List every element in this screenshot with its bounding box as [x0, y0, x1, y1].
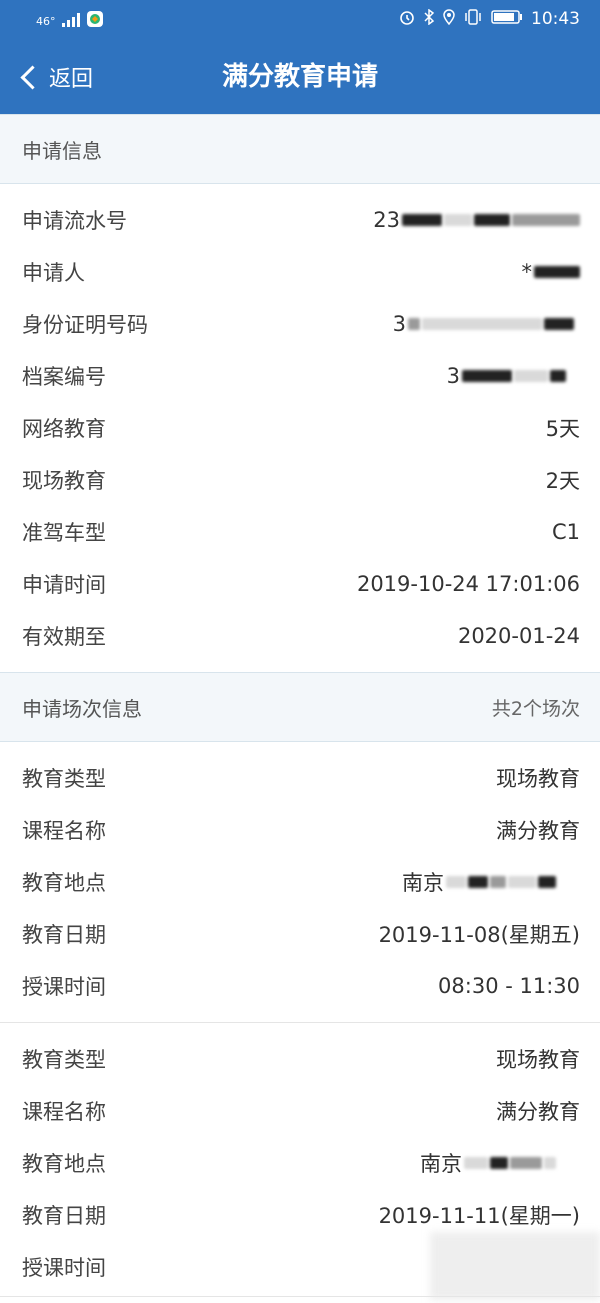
status-right: 10:43: [399, 8, 580, 29]
row-label: 有效期至: [22, 625, 106, 649]
location-row: 教育地点 南京: [0, 856, 600, 908]
redaction-mask: [446, 876, 466, 888]
alarm-icon: [399, 9, 415, 29]
redaction-mask: [408, 318, 420, 330]
apply-time-row: 申请时间 2019-10-24 17:01:06: [0, 558, 600, 610]
serial-number-row: 申请流水号 23: [0, 194, 600, 246]
vibrate-icon: [463, 9, 483, 29]
serial-number-value: 23: [373, 208, 580, 232]
redaction-mask: [534, 266, 580, 278]
id-number-row: 身份证明号码 3: [0, 298, 600, 350]
valid-until-value: 2020-01-24: [457, 624, 580, 648]
row-label: 教育日期: [22, 923, 106, 947]
network-indicator: 46°: [36, 14, 56, 28]
row-label: 课程名称: [22, 1100, 106, 1124]
education-type-value: 现场教育: [496, 767, 580, 791]
application-info-header: 申请信息: [0, 114, 600, 184]
row-label: 申请人: [22, 261, 85, 285]
online-education-row: 网络教育 5天: [0, 402, 600, 454]
bluetooth-icon: [423, 8, 435, 29]
redaction-mask: [468, 876, 488, 888]
onsite-education-row: 现场教育 2天: [0, 454, 600, 506]
location-value: 南京: [420, 1148, 556, 1178]
education-type-row: 教育类型 现场教育: [0, 1033, 600, 1085]
redaction-mask: [444, 214, 472, 226]
valid-until-row: 有效期至 2020-01-24: [0, 610, 600, 662]
redaction-mask: [510, 1157, 542, 1169]
education-date-value: 2019-11-08(星期五): [378, 923, 580, 947]
row-label: 现场教育: [22, 469, 106, 493]
row-label: 申请时间: [22, 573, 106, 597]
application-info-list: 申请流水号 23 申请人 * 身份证明号码 3 档案编号 3 网络教育 5天 现…: [0, 184, 600, 672]
section-title: 申请信息: [22, 138, 102, 163]
row-label: 教育日期: [22, 1204, 106, 1228]
chevron-left-icon: [20, 64, 45, 90]
status-left: 46°: [36, 10, 104, 32]
row-label: 申请流水号: [22, 209, 127, 233]
row-label: 授课时间: [22, 975, 106, 999]
course-name-row: 课程名称 满分教育: [0, 1085, 600, 1137]
row-label: 档案编号: [22, 365, 106, 389]
redaction-mask: [490, 1157, 508, 1169]
education-type-value: 现场教育: [496, 1048, 580, 1072]
app-notification-icon: [86, 10, 104, 32]
redaction-mask: [422, 318, 542, 330]
course-name-row: 课程名称 满分教育: [0, 804, 600, 856]
apply-time-value: 2019-10-24 17:01:06: [356, 572, 580, 596]
status-bar: 46° 10:43: [0, 0, 600, 40]
session-card-1: 教育类型 现场教育 课程名称 满分教育 教育地点 南京 教育日期 2019-11…: [0, 742, 600, 1022]
row-label: 身份证明号码: [22, 313, 148, 337]
redaction-mask: [544, 1157, 556, 1169]
row-label: 准驾车型: [22, 521, 106, 545]
redaction-mask: [462, 370, 512, 382]
redaction-mask: [474, 214, 510, 226]
online-education-value: 5天: [545, 417, 580, 441]
redaction-overlay: [430, 1232, 600, 1300]
nav-bar: 返回 满分教育申请: [0, 40, 600, 114]
row-label: 教育地点: [22, 871, 106, 895]
education-date-row: 教育日期 2019-11-08(星期五): [0, 908, 600, 960]
row-label: 授课时间: [22, 1256, 106, 1280]
course-name-value: 满分教育: [496, 819, 580, 843]
redaction-mask: [402, 214, 442, 226]
section-title: 申请场次信息: [22, 696, 142, 721]
class-time-row: 授课时间 08:30 - 11:30: [0, 960, 600, 1012]
redaction-mask: [514, 370, 548, 382]
location-icon: [443, 9, 455, 29]
redaction-mask: [538, 876, 556, 888]
row-label: 教育地点: [22, 1152, 106, 1176]
redaction-mask: [544, 318, 574, 330]
row-label: 网络教育: [22, 417, 106, 441]
session-count: 共2个场次: [491, 697, 580, 720]
onsite-education-value: 2天: [545, 469, 580, 493]
vehicle-class-value: C1: [551, 520, 580, 544]
vehicle-class-row: 准驾车型 C1: [0, 506, 600, 558]
id-number-value: 3: [393, 312, 574, 336]
file-number-value: 3: [447, 364, 566, 388]
redaction-mask: [490, 876, 506, 888]
applicant-row: 申请人 *: [0, 246, 600, 298]
file-number-row: 档案编号 3: [0, 350, 600, 402]
back-button[interactable]: 返回: [18, 40, 93, 114]
course-name-value: 满分教育: [496, 1100, 580, 1124]
redaction-mask: [464, 1157, 488, 1169]
battery-icon: [491, 9, 523, 29]
row-label: 教育类型: [22, 1048, 106, 1072]
clock: 10:43: [531, 9, 580, 29]
location-value: 南京: [402, 867, 556, 897]
redaction-mask: [508, 876, 536, 888]
row-label: 课程名称: [22, 819, 106, 843]
applicant-value: *: [522, 260, 580, 284]
education-type-row: 教育类型 现场教育: [0, 752, 600, 804]
education-date-value: 2019-11-11(星期一): [378, 1204, 580, 1228]
back-label: 返回: [49, 67, 94, 92]
class-time-value: 08:30 - 11:30: [438, 974, 580, 998]
location-row: 教育地点 南京: [0, 1137, 600, 1189]
bottom-divider: [0, 1296, 600, 1297]
session-info-header: 申请场次信息 共2个场次: [0, 672, 600, 742]
row-label: 教育类型: [22, 767, 106, 791]
signal-icon: [61, 12, 80, 31]
redaction-mask: [550, 370, 566, 382]
redaction-mask: [512, 214, 580, 226]
